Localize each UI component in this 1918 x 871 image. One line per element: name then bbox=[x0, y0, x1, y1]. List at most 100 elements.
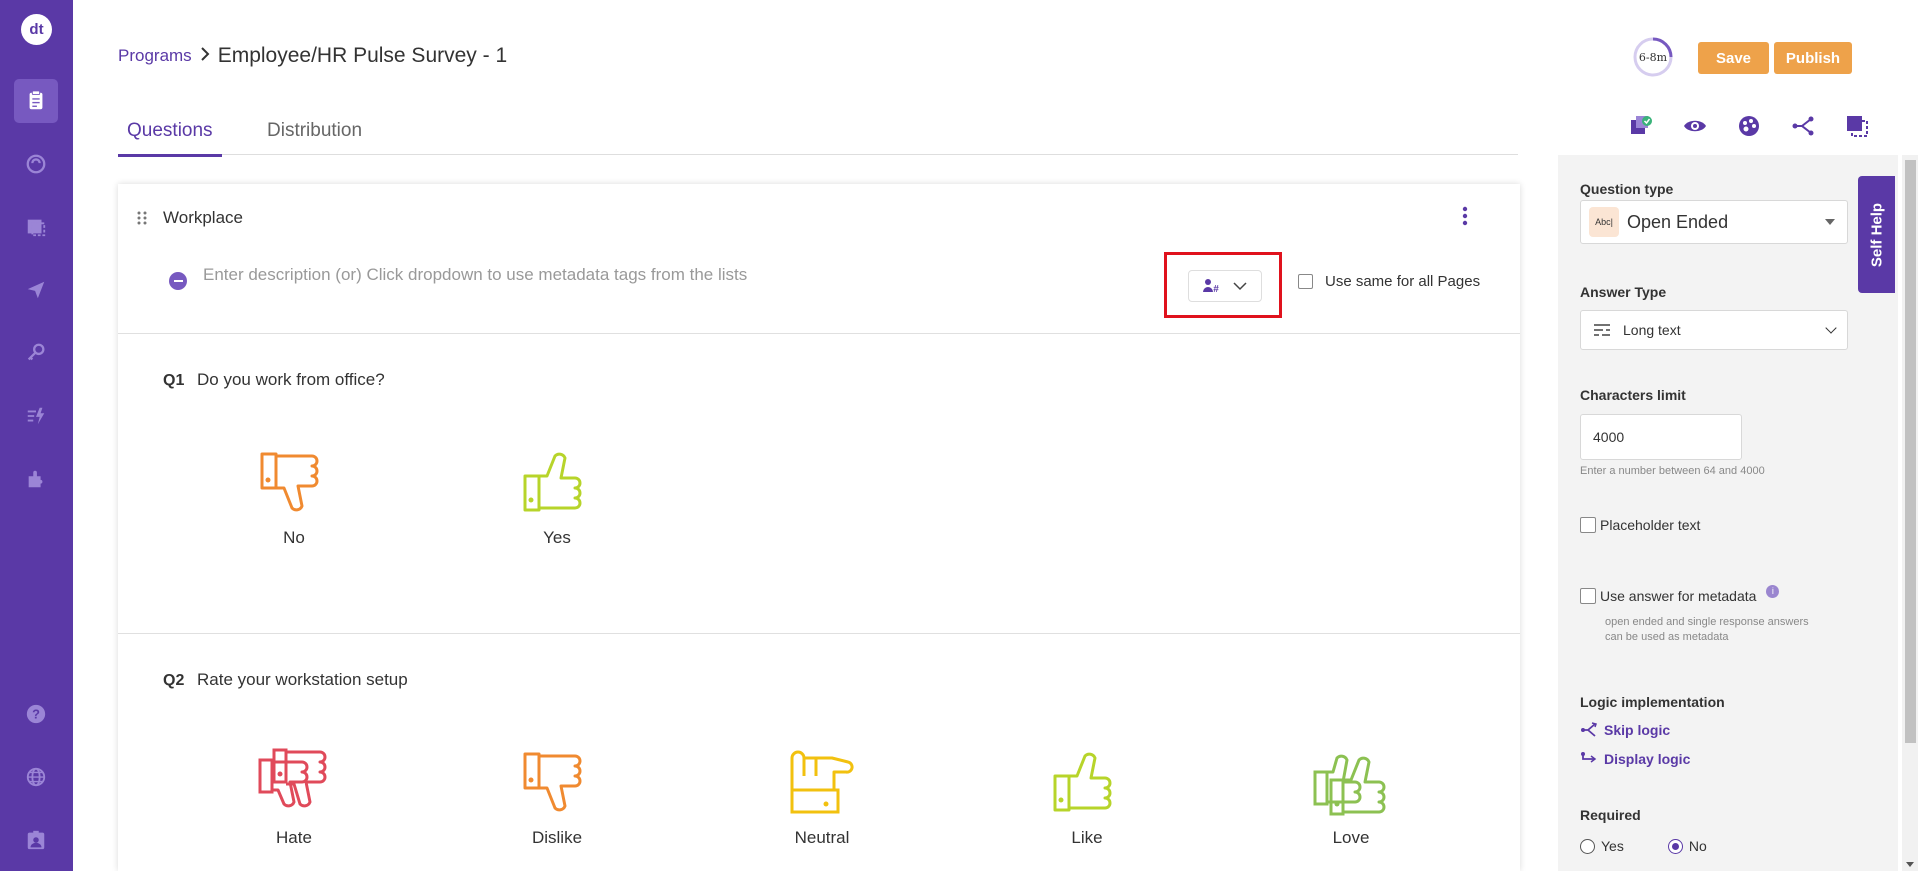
self-help-tab[interactable]: Self Help bbox=[1858, 176, 1895, 293]
thumbs-sideways-icon bbox=[790, 750, 854, 814]
placeholder-checkbox[interactable] bbox=[1580, 517, 1596, 533]
question-text[interactable]: Do you work from office? bbox=[197, 370, 385, 390]
required-label: Required bbox=[1580, 807, 1641, 823]
required-no-radio[interactable] bbox=[1667, 838, 1683, 854]
logic-flow-icon[interactable] bbox=[1776, 112, 1830, 140]
svg-text:#: # bbox=[1213, 284, 1219, 294]
placeholder-text-option[interactable]: Placeholder text bbox=[1580, 517, 1700, 533]
profile-icon[interactable] bbox=[14, 818, 58, 862]
question-q2[interactable]: Q2 Rate your workstation setup Hate Disl… bbox=[118, 634, 1520, 871]
required-radio-group: Yes No bbox=[1580, 838, 1707, 854]
answer-type-value: Long text bbox=[1623, 322, 1681, 338]
theme-palette-icon[interactable] bbox=[1722, 112, 1776, 140]
save-button[interactable]: Save bbox=[1698, 42, 1769, 74]
chars-limit-hint: Enter a number between 64 and 4000 bbox=[1580, 465, 1765, 477]
send-icon[interactable] bbox=[14, 268, 58, 312]
skip-logic-icon bbox=[1581, 722, 1597, 737]
logic-label: Logic implementation bbox=[1580, 694, 1725, 710]
option-label: Like bbox=[1071, 828, 1103, 847]
display-logic-label: Display logic bbox=[1604, 751, 1691, 767]
help-icon[interactable]: ? bbox=[14, 692, 58, 736]
option-neutral[interactable]: Neutral bbox=[777, 742, 867, 848]
question-type-select[interactable]: Abc| Open Ended bbox=[1580, 200, 1848, 244]
double-thumbs-up-icon bbox=[1313, 754, 1386, 816]
caret-down-icon bbox=[1825, 219, 1835, 225]
self-help-label: Self Help bbox=[1868, 202, 1885, 267]
translate-check-icon[interactable] bbox=[1614, 112, 1668, 140]
section-title[interactable]: Workplace bbox=[163, 208, 243, 228]
option-label: Love bbox=[1332, 828, 1370, 847]
metadata-tags-dropdown[interactable]: # bbox=[1188, 270, 1262, 302]
pages-layout-icon[interactable] bbox=[1830, 112, 1884, 140]
question-q1[interactable]: Q1 Do you work from office? No Yes bbox=[118, 334, 1520, 634]
display-logic-link[interactable]: Display logic bbox=[1580, 751, 1690, 767]
survey-editor: Workplace # Use same for all Pages Q1 Do… bbox=[118, 184, 1520, 871]
option-love[interactable]: Love bbox=[1306, 742, 1396, 848]
globe-icon[interactable] bbox=[14, 755, 58, 799]
remove-description-icon[interactable] bbox=[169, 272, 187, 290]
answer-type-label: Answer Type bbox=[1580, 284, 1667, 300]
tab-bar: Questions Distribution bbox=[118, 110, 1518, 157]
metadata-highlight-box: # bbox=[1164, 252, 1282, 318]
open-ended-icon: Abc| bbox=[1589, 207, 1619, 237]
metadata-label: Use answer for metadata bbox=[1600, 588, 1757, 604]
use-same-label: Use same for all Pages bbox=[1325, 273, 1481, 290]
page-title: Employee/HR Pulse Survey - 1 bbox=[217, 44, 508, 67]
skip-logic-link[interactable]: Skip logic bbox=[1580, 722, 1670, 738]
estimated-time-indicator: 6-8m bbox=[1632, 36, 1674, 78]
dashboard-icon[interactable] bbox=[14, 142, 58, 186]
metadata-option[interactable]: Use answer for metadata i bbox=[1580, 584, 1780, 604]
preview-eye-icon[interactable] bbox=[1668, 112, 1722, 140]
toolbar bbox=[1614, 112, 1884, 140]
info-icon[interactable]: i bbox=[1766, 584, 1780, 598]
breadcrumb-programs-link[interactable]: Programs bbox=[118, 46, 192, 66]
question-text[interactable]: Rate your workstation setup bbox=[197, 670, 408, 690]
tab-distribution[interactable]: Distribution bbox=[267, 120, 362, 154]
chevron-down-icon bbox=[1233, 282, 1247, 291]
thumbs-down-icon bbox=[523, 752, 582, 812]
chevron-right-icon bbox=[200, 46, 210, 66]
option-dislike[interactable]: Dislike bbox=[512, 742, 602, 848]
use-same-for-all-pages[interactable]: Use same for all Pages bbox=[1298, 273, 1480, 290]
publish-button[interactable]: Publish bbox=[1774, 42, 1852, 74]
drag-handle-icon[interactable] bbox=[136, 210, 148, 229]
option-hate[interactable]: Hate bbox=[249, 742, 339, 848]
svg-text:?: ? bbox=[32, 707, 40, 722]
option-label: Neutral bbox=[794, 828, 850, 847]
breadcrumb: Programs Employee/HR Pulse Survey - 1 bbox=[118, 44, 507, 68]
required-yes-label: Yes bbox=[1601, 838, 1624, 854]
question-type-label: Question type bbox=[1580, 181, 1674, 197]
metadata-tag-icon: # bbox=[1203, 279, 1219, 294]
use-same-checkbox[interactable] bbox=[1298, 274, 1313, 289]
thumbs-down-icon bbox=[260, 452, 319, 512]
panel-scrollbar[interactable] bbox=[1902, 155, 1918, 871]
double-thumbs-down-icon bbox=[258, 748, 327, 808]
question-settings-panel: Question type Abc| Open Ended Answer Typ… bbox=[1558, 155, 1898, 871]
app-logo[interactable]: dt bbox=[21, 14, 52, 45]
actions-icon[interactable] bbox=[14, 394, 58, 438]
required-yes-radio[interactable] bbox=[1580, 838, 1595, 854]
sidebar: dt ? bbox=[0, 0, 73, 871]
metadata-checkbox[interactable] bbox=[1580, 588, 1596, 604]
chars-limit-input[interactable] bbox=[1580, 414, 1742, 460]
key-icon[interactable] bbox=[14, 331, 58, 375]
description-input[interactable] bbox=[203, 265, 1103, 285]
scroll-down-arrow-icon[interactable] bbox=[1906, 862, 1914, 867]
timer-label: 6-8m bbox=[1638, 50, 1668, 64]
option-label: No bbox=[283, 528, 305, 547]
option-label: Hate bbox=[276, 828, 312, 847]
tab-questions[interactable]: Questions bbox=[118, 120, 222, 157]
integrations-icon[interactable] bbox=[14, 457, 58, 501]
option-no[interactable]: No bbox=[249, 442, 339, 548]
option-yes[interactable]: Yes bbox=[512, 442, 602, 548]
scrollbar-thumb[interactable] bbox=[1905, 160, 1916, 743]
pages-icon[interactable] bbox=[14, 205, 58, 249]
answer-type-select[interactable]: Long text bbox=[1580, 310, 1848, 350]
skip-logic-label: Skip logic bbox=[1604, 722, 1671, 738]
surveys-icon[interactable] bbox=[14, 79, 58, 123]
metadata-hint: open ended and single response answers bbox=[1605, 616, 1809, 628]
placeholder-label: Placeholder text bbox=[1600, 517, 1701, 533]
more-vertical-icon[interactable] bbox=[1462, 206, 1468, 231]
required-no-label: No bbox=[1688, 838, 1707, 854]
option-like[interactable]: Like bbox=[1042, 742, 1132, 848]
